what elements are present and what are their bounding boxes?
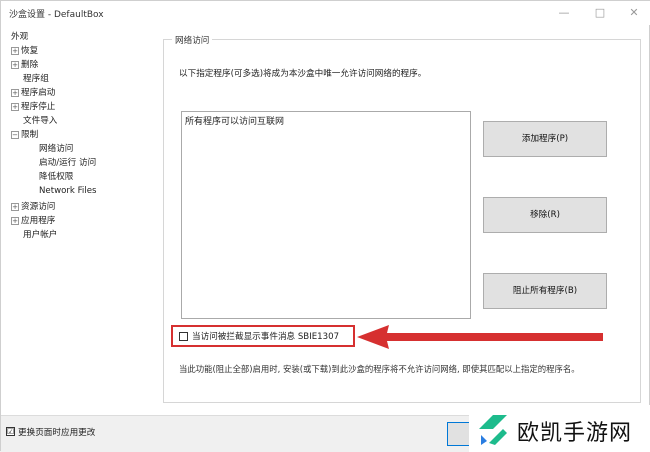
tree-item-restrictions[interactable]: − 限制 xyxy=(11,129,38,142)
tree-item-start-run-access[interactable]: 启动/运行 访问 xyxy=(39,157,96,170)
tree-item-user-accounts[interactable]: 用户帐户 xyxy=(23,229,57,242)
tree-item-recovery[interactable]: + 恢复 xyxy=(11,45,38,58)
program-list[interactable]: 所有程序可以访问互联网 xyxy=(181,111,471,319)
tree-item-program-groups[interactable]: 程序组 xyxy=(23,73,49,86)
collapse-icon[interactable]: − xyxy=(11,130,19,139)
tree-item-network-access[interactable]: 网络访问 xyxy=(39,143,73,156)
apply-checkbox[interactable]: ☑ xyxy=(6,427,15,436)
tree-item-program-stop[interactable]: + 程序停止 xyxy=(11,101,55,114)
tree-item-drop-rights[interactable]: 降低权限 xyxy=(39,171,73,184)
note-text: 当此功能(阻止全部)启用时, 安装(或下载)到此沙盒的程序将不允许访问网络, 即… xyxy=(179,364,580,374)
expand-icon[interactable]: + xyxy=(11,216,19,225)
tree-item-delete[interactable]: + 删除 xyxy=(11,59,38,72)
expand-icon[interactable]: + xyxy=(11,60,19,69)
tree-item-appearance[interactable]: 外观 xyxy=(11,31,28,44)
block-all-button[interactable]: 阻止所有程序(B) xyxy=(483,273,607,309)
watermark-text: 欧凯手游网 xyxy=(517,421,633,446)
expand-icon[interactable]: + xyxy=(11,102,19,111)
tree-item-resource-access[interactable]: + 资源访问 xyxy=(11,201,55,214)
red-arrow-icon xyxy=(357,325,603,349)
expand-icon[interactable]: + xyxy=(11,46,19,55)
logo-icon xyxy=(479,415,507,445)
tree-item-applications[interactable]: + 应用程序 xyxy=(11,215,55,228)
list-item[interactable]: 所有程序可以访问互联网 xyxy=(185,114,284,127)
maximize-button[interactable]: □ xyxy=(585,4,615,22)
tree-item-network-files[interactable]: Network Files xyxy=(39,185,96,198)
window-title: 沙盒设置 - DefaultBox xyxy=(9,10,104,20)
settings-window: 沙盒设置 - DefaultBox — □ ✕ 外观 + 恢复 + 删除 程序组 +… xyxy=(0,0,650,452)
expand-icon[interactable]: + xyxy=(11,88,19,97)
apply-checkbox-label[interactable]: 更换页面时应用更改 xyxy=(18,426,95,438)
expand-icon[interactable]: + xyxy=(11,202,19,211)
watermark: 欧凯手游网 xyxy=(469,405,650,452)
add-program-button[interactable]: 添加程序(P) xyxy=(483,121,607,157)
highlight-box xyxy=(171,325,355,347)
tree-item-program-start[interactable]: + 程序启动 xyxy=(11,87,55,100)
close-button[interactable]: ✕ xyxy=(619,4,649,22)
description-text: 以下指定程序(可多选)将成为本沙盒中唯一允许访问网络的程序。 xyxy=(179,69,427,79)
settings-panel: 网络访问 以下指定程序(可多选)将成为本沙盒中唯一允许访问网络的程序。 所有程序… xyxy=(157,29,645,415)
minimize-button[interactable]: — xyxy=(549,4,579,22)
settings-tree: 外观 + 恢复 + 删除 程序组 + 程序启动 + 程序停止 文件导入 − 限制 网络访问… xyxy=(3,29,153,415)
remove-button[interactable]: 移除(R) xyxy=(483,197,607,233)
group-title: 网络访问 xyxy=(172,34,213,46)
title-bar: 沙盒设置 - DefaultBox — □ ✕ xyxy=(1,1,650,25)
tree-item-file-import[interactable]: 文件导入 xyxy=(23,115,57,128)
